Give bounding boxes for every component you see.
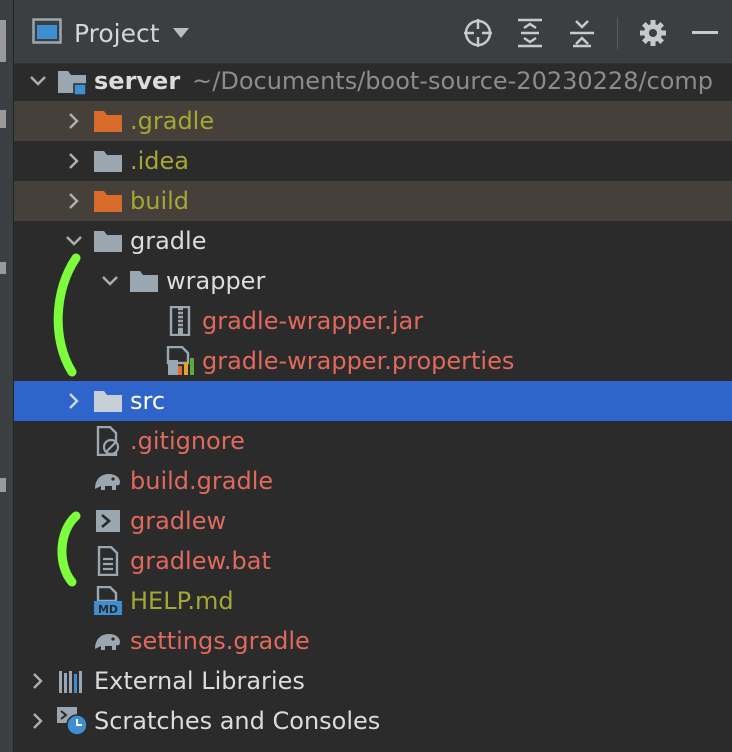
chevron-down-icon[interactable]: [24, 61, 52, 101]
chevron-right-icon[interactable]: [24, 701, 52, 741]
tree-node-label: wrapper: [166, 267, 266, 295]
gitignore-file-icon: [92, 421, 124, 461]
tree-node-wrapper[interactable]: wrapper: [14, 261, 732, 301]
folder-icon: [92, 221, 124, 261]
chevron-down-icon[interactable]: [96, 261, 124, 301]
libraries-icon: [56, 661, 88, 701]
tree-node-label: gradlew.bat: [130, 547, 271, 575]
tree-node-gradle-wrapper-properties[interactable]: gradle-wrapper.properties: [14, 341, 732, 381]
tree-node-build[interactable]: build: [14, 181, 732, 221]
project-title: Project: [74, 18, 160, 48]
project-window-icon: [32, 18, 62, 48]
toolbar-separator: [617, 17, 618, 49]
tree-node-label: .gitignore: [130, 427, 245, 455]
tree-node-gradlew[interactable]: gradlew: [14, 501, 732, 541]
tree-node-src[interactable]: src: [14, 381, 732, 421]
folder-excluded-icon: [92, 181, 124, 221]
tree-node-label: server: [94, 67, 181, 95]
project-path: ~/Documents/boot-source-20230228/comp: [192, 67, 714, 95]
project-view-selector[interactable]: Project: [32, 14, 190, 52]
tree-node-label: src: [130, 387, 166, 415]
strip-mark: [0, 20, 6, 62]
tree-node-settings-gradle[interactable]: settings.gradle: [14, 621, 732, 661]
gradle-elephant-icon: [92, 461, 124, 501]
folder-icon: [128, 261, 160, 301]
strip-mark: [0, 478, 6, 492]
project-tool-window: Project server ~/Documents/boot-source-2…: [14, 0, 732, 752]
tree-node-label: HELP.md: [130, 587, 234, 615]
tree-node-label: build: [130, 187, 190, 215]
chevron-down-icon: [172, 24, 190, 43]
tree-node-idea[interactable]: .idea: [14, 141, 732, 181]
tree-node-label: gradle-wrapper.jar: [202, 307, 424, 335]
gradle-elephant-icon: [92, 621, 124, 661]
shell-script-icon: [92, 501, 124, 541]
tree-node-label: build.gradle: [130, 467, 274, 495]
project-header: Project: [14, 0, 732, 64]
tree-node-server[interactable]: server ~/Documents/boot-source-20230228/…: [14, 61, 732, 101]
module-folder-icon: [56, 61, 88, 101]
minimize-icon: [692, 31, 718, 34]
crosshair-icon: [464, 19, 492, 47]
jar-archive-icon: [164, 301, 196, 341]
options-button[interactable]: [636, 16, 670, 50]
tree-node-dot-gradle[interactable]: .gradle: [14, 101, 732, 141]
folder-excluded-icon: [92, 101, 124, 141]
tree-node-scratches-and-consoles[interactable]: Scratches and Consoles: [14, 701, 732, 741]
folder-icon: [92, 141, 124, 181]
chevron-right-icon[interactable]: [24, 661, 52, 701]
folder-icon: [92, 381, 124, 421]
tree-node-label: .gradle: [130, 107, 215, 135]
tree-node-label: settings.gradle: [130, 627, 310, 655]
scratches-clock-icon: [56, 701, 88, 741]
gear-icon: [640, 20, 666, 46]
tree-node-build-gradle[interactable]: build.gradle: [14, 461, 732, 501]
tree-node-gradle-wrapper-jar[interactable]: gradle-wrapper.jar: [14, 301, 732, 341]
tree-node-help-md[interactable]: MD HELP.md: [14, 581, 732, 621]
project-tree: server ~/Documents/boot-source-20230228/…: [14, 61, 732, 741]
expand-all-icon: [518, 18, 542, 48]
tree-node-gitignore[interactable]: .gitignore: [14, 421, 732, 461]
select-opened-file-button[interactable]: [461, 16, 495, 50]
chevron-down-icon[interactable]: [60, 221, 88, 261]
tool-window-strip: [0, 0, 14, 752]
chevron-right-icon[interactable]: [60, 381, 88, 421]
tree-node-label: gradlew: [130, 507, 227, 535]
tree-node-gradle[interactable]: gradle: [14, 221, 732, 261]
collapse-all-icon: [570, 20, 594, 48]
collapse-all-button[interactable]: [565, 16, 599, 50]
tree-node-label: External Libraries: [94, 667, 305, 695]
tree-node-label: gradle-wrapper.properties: [202, 347, 515, 375]
hide-button[interactable]: [688, 16, 722, 50]
tree-node-label: Scratches and Consoles: [94, 707, 381, 735]
properties-file-icon: [164, 341, 196, 381]
tree-node-label: .idea: [130, 147, 190, 175]
chevron-right-icon[interactable]: [60, 101, 88, 141]
svg-text:MD: MD: [98, 603, 118, 616]
expand-all-button[interactable]: [513, 16, 547, 50]
tree-node-label: gradle: [130, 227, 207, 255]
text-file-icon: [92, 541, 124, 581]
strip-mark: [0, 110, 6, 128]
chevron-right-icon[interactable]: [60, 141, 88, 181]
tree-node-external-libraries[interactable]: External Libraries: [14, 661, 732, 701]
tree-node-gradlew-bat[interactable]: gradlew.bat: [14, 541, 732, 581]
chevron-right-icon[interactable]: [60, 181, 88, 221]
markdown-file-icon: MD: [92, 581, 124, 621]
strip-mark: [0, 262, 6, 274]
